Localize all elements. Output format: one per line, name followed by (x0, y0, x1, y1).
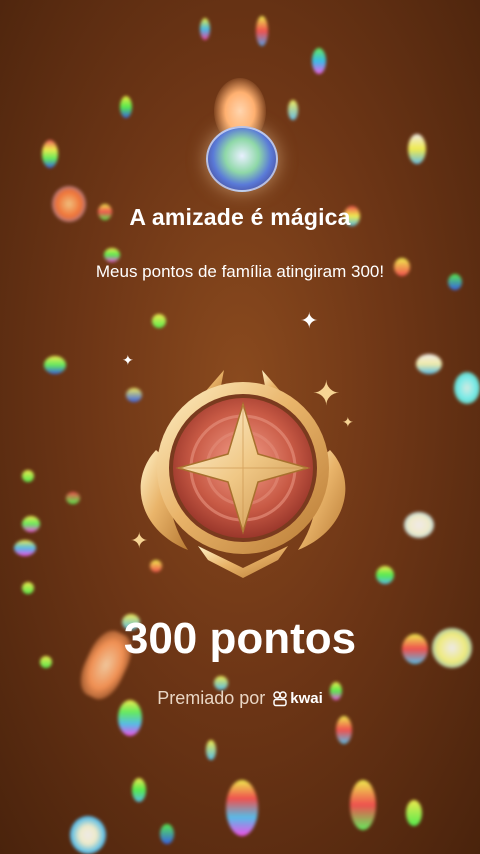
sparkle-icon: ✦ (342, 414, 354, 430)
brand-name: kwai (290, 690, 323, 707)
points-label: 300 pontos (123, 614, 357, 663)
awarded-by-label: Premiado por (157, 688, 266, 708)
awarded-by-row: Premiado por kwai (0, 688, 480, 709)
sparkle-icon: ✦ (130, 528, 149, 553)
kwai-logo-icon (273, 690, 288, 706)
sparkle-icon: ✦ (312, 375, 341, 413)
avatar-icon (206, 126, 278, 192)
sparkle-icon: ✦ (300, 308, 319, 333)
celebration-message: Meus pontos de família atingiram 300! (95, 262, 385, 281)
kwai-brand: kwai (273, 690, 323, 707)
celebration-title: A amizade é mágica (129, 204, 351, 230)
